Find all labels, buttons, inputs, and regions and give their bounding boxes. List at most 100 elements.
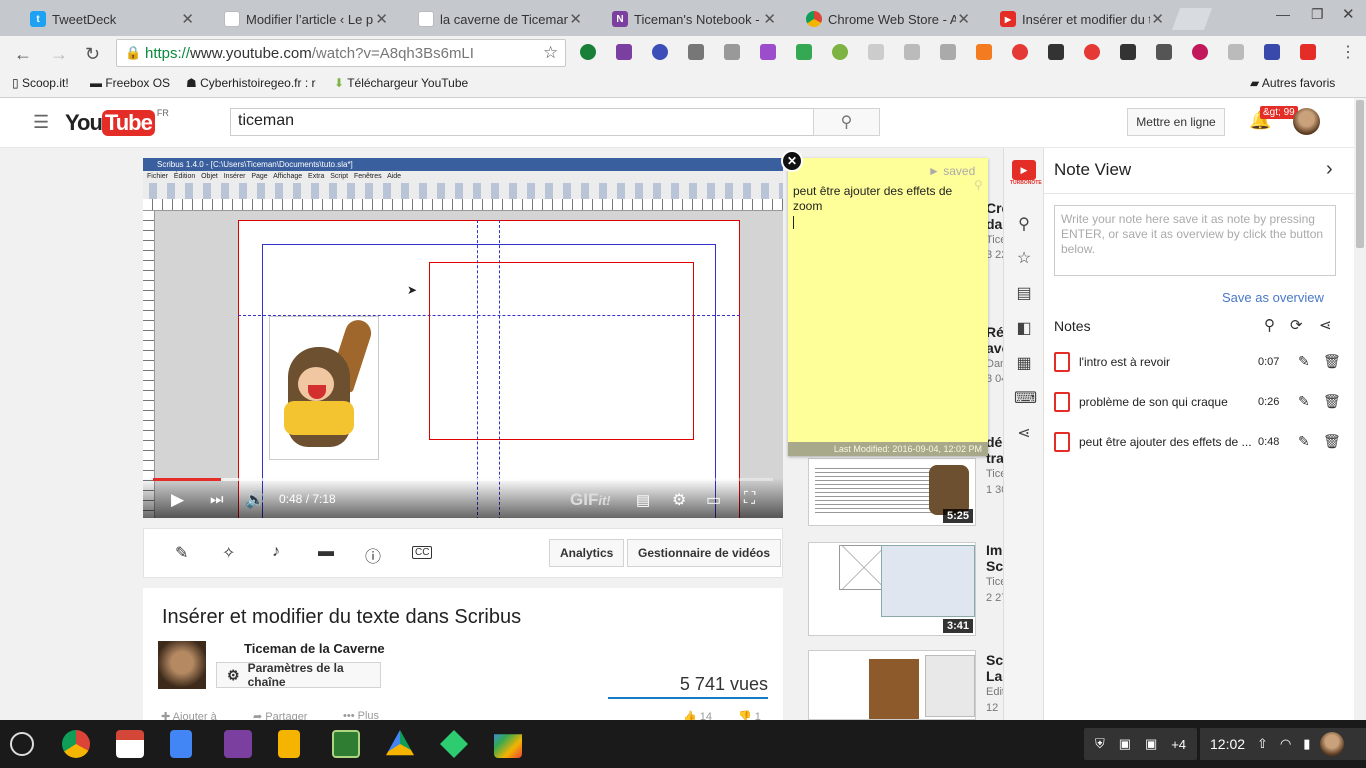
channel-settings-button[interactable]: ⚙ Paramètres de la chaîne	[216, 661, 381, 689]
bookmark-cyberhistoire[interactable]: ☗ Cyberhistoiregeo.fr : r	[186, 76, 320, 90]
more-button[interactable]: ••• Plus	[343, 710, 379, 720]
launcher-icon[interactable]	[10, 732, 34, 756]
onenote-app-icon[interactable]	[224, 730, 252, 758]
tab-tweetdeck[interactable]: t TweetDeck ✕	[8, 2, 208, 36]
page-scrollbar[interactable]	[1354, 98, 1366, 720]
next-icon[interactable]: ⏭	[210, 491, 224, 508]
fullscreen-icon[interactable]: ⛶	[744, 490, 755, 508]
related-title[interactable]: Imp	[986, 542, 1004, 558]
menu-icon[interactable]: ⋮	[1340, 42, 1356, 62]
address-bar[interactable]: 🔒 https://www.youtube.com/watch?v=A8qh3B…	[116, 39, 566, 67]
dislike-button[interactable]: 👎 1	[738, 710, 761, 720]
gif-icon[interactable]	[868, 44, 884, 60]
tab-caverne[interactable]: la caverne de Ticeman ✕	[396, 2, 596, 36]
trash-icon[interactable]: 🗑	[1323, 353, 1341, 370]
subtitles-icon[interactable]: ▤	[636, 491, 650, 509]
note-timestamp[interactable]: 0:26	[1258, 396, 1279, 408]
turbonote-logo[interactable]: ▶	[1012, 160, 1036, 180]
bookmark-star-icon[interactable]: ☆	[1014, 248, 1034, 268]
forward-icon[interactable]: →	[50, 44, 68, 65]
related-thumbnail[interactable]	[808, 650, 976, 720]
extension-icon[interactable]	[796, 44, 812, 60]
bookmark-telechargeur[interactable]: ⬇ Téléchargeur YouTube	[334, 76, 470, 90]
annotations-icon[interactable]: ▬	[318, 543, 334, 561]
related-title[interactable]: déc	[986, 434, 1004, 450]
related-title[interactable]: Scr	[986, 558, 1004, 574]
sticky-note[interactable]: ► saved ⚲ peut être ajouter des effets d…	[788, 158, 988, 456]
qr-icon[interactable]	[1120, 44, 1136, 60]
app-icon[interactable]	[332, 730, 360, 758]
channel-name[interactable]: Ticeman de la Caverne	[244, 641, 385, 656]
enhance-wand-icon[interactable]: ✧	[222, 543, 235, 563]
extension-icon[interactable]	[940, 44, 956, 60]
video-manager-button[interactable]: Gestionnaire de vidéos	[627, 539, 782, 567]
theater-mode-icon[interactable]: ▭	[706, 490, 721, 510]
edit-pencil-icon[interactable]: ✎	[1298, 393, 1310, 410]
play-store-app-icon[interactable]	[494, 734, 522, 758]
analytics-button[interactable]: Analytics	[549, 539, 625, 567]
captions-icon[interactable]: CC	[412, 546, 433, 559]
guide-menu-icon[interactable]: ☰	[33, 112, 49, 133]
folder-icon[interactable]: ◧	[1014, 318, 1034, 338]
bookmark-freebox[interactable]: ▬ Freebox OS	[90, 76, 170, 90]
close-sticky-button[interactable]: ✕	[781, 150, 803, 172]
search-notes-icon[interactable]: ⚲	[1264, 316, 1275, 334]
new-tab-button[interactable]	[1172, 8, 1212, 30]
clipboard-icon[interactable]: ▦	[1014, 353, 1034, 373]
upload-button[interactable]: Mettre en ligne	[1127, 108, 1225, 136]
rss-icon[interactable]	[976, 44, 992, 60]
related-title[interactable]: Scr	[986, 652, 1004, 668]
share-icon[interactable]: ⋖	[1014, 423, 1034, 443]
youtube-logo[interactable]: You Tube FR	[65, 108, 169, 138]
onenote-extension-icon[interactable]	[616, 44, 632, 60]
feedly-app-icon[interactable]	[440, 730, 468, 758]
pen-icon[interactable]	[760, 44, 776, 60]
related-title[interactable]: tra	[986, 450, 1004, 466]
reload-icon[interactable]: ↻	[85, 44, 100, 65]
qr-icon[interactable]	[1048, 44, 1064, 60]
search-input[interactable]: ticeman	[230, 108, 814, 136]
save-as-overview-button[interactable]: Save as overview	[1222, 290, 1324, 305]
gmail-app-icon[interactable]	[116, 730, 144, 758]
close-icon[interactable]: ✕	[1151, 10, 1164, 28]
edit-pencil-icon[interactable]: ✎	[1298, 433, 1310, 450]
related-thumbnail[interactable]: 3:41	[808, 542, 976, 636]
extension-icon[interactable]	[1228, 44, 1244, 60]
docs-app-icon[interactable]	[170, 730, 192, 758]
settings-gear-icon[interactable]: ⚙	[672, 490, 686, 510]
channel-avatar[interactable]	[158, 641, 206, 689]
note-item[interactable]: l'intro est à revoir 0:07 ✎ 🗑	[1044, 348, 1355, 380]
like-button[interactable]: 👍 14	[683, 710, 712, 720]
camera-icon[interactable]	[724, 44, 740, 60]
add-to-button[interactable]: ✚ Ajouter à	[161, 710, 217, 720]
related-thumbnail[interactable]: 5:25	[808, 458, 976, 526]
trash-icon[interactable]: 🗑	[1323, 433, 1341, 450]
scrollbar-thumb[interactable]	[1356, 100, 1364, 248]
back-icon[interactable]: ←	[14, 44, 32, 65]
extension-icon[interactable]	[688, 44, 704, 60]
trash-icon[interactable]: 🗑	[1323, 393, 1341, 410]
edit-pencil-icon[interactable]: ✎	[175, 543, 188, 563]
tab-chrome-web-store[interactable]: Chrome Web Store - App ✕	[784, 2, 984, 36]
extension-icon[interactable]	[1264, 44, 1280, 60]
sticky-text[interactable]: peut être ajouter des effets de zoom	[793, 184, 978, 214]
system-tray[interactable]: ⛨ ▣ ▣ +4	[1084, 728, 1197, 760]
keyboard-icon[interactable]: ⌨	[1014, 388, 1037, 408]
search-icon[interactable]: ⚲	[1014, 214, 1034, 234]
extension-icon[interactable]	[1156, 44, 1172, 60]
related-title[interactable]: Cré	[986, 200, 1004, 216]
video-player[interactable]: Scribus 1.4.0 - [C:\Users\Ticeman\Docume…	[143, 158, 783, 518]
note-timestamp[interactable]: 0:48	[1258, 436, 1279, 448]
extension-icon[interactable]	[580, 44, 596, 60]
status-area[interactable]: 12:02 ⇧ ◠ ▮	[1200, 728, 1366, 760]
avatar[interactable]	[1293, 108, 1320, 135]
extension-icon[interactable]	[904, 44, 920, 60]
chevron-right-icon[interactable]: ›	[1326, 158, 1333, 181]
related-title[interactable]: La	[986, 668, 1004, 684]
close-icon[interactable]: ✕	[763, 10, 776, 28]
tab-youtube-active[interactable]: ▶ Insérer et modifier du te ✕	[978, 2, 1178, 36]
extension-icon[interactable]	[1012, 44, 1028, 60]
close-icon[interactable]: ✕	[181, 10, 194, 28]
note-item[interactable]: problème de son qui craque 0:26 ✎ 🗑	[1044, 388, 1355, 420]
close-window-icon[interactable]: ✕	[1342, 5, 1355, 23]
